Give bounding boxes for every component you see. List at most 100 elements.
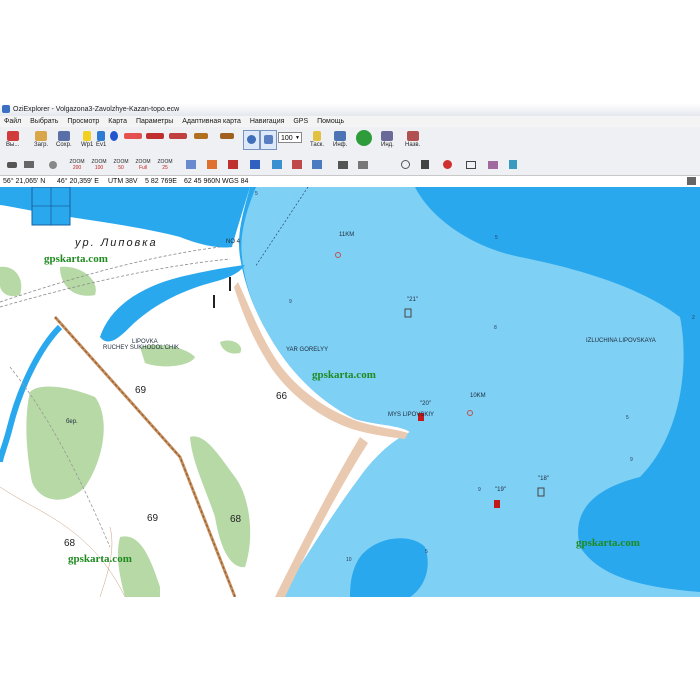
depth-label: 9 [289,299,292,305]
watermark-map: gpskarta.com [44,253,108,265]
magnifier-icon [247,135,256,144]
status-toggle-icon[interactable] [687,177,696,185]
gps-route-icon[interactable] [248,158,262,171]
label-buoy-18: "18" [538,476,549,482]
label-buoy-21: "21" [407,297,418,303]
menu-map[interactable]: Карта [108,116,127,127]
stop-icon[interactable] [440,158,454,171]
event-button[interactable]: Ev1 [96,131,106,148]
depth-label: 8 [494,325,497,331]
menu-bar: Файл Выбрать Просмотр Карта Параметры Ад… [0,116,700,127]
info-button[interactable]: Инф. [333,131,347,148]
main-toolbar: Вы... Загр. Сохр. Wp1 Ev1 100 ▼ Таск. Ин… [0,127,700,168]
task-button[interactable]: Таск. [310,131,324,148]
zoom-window-button[interactable] [260,130,277,150]
indicator-button[interactable]: Инд. [381,131,394,148]
names-button[interactable]: Назв. [405,131,420,148]
gps-connect-icon[interactable] [310,158,324,171]
track-icon [110,131,118,141]
names-icon [406,131,419,141]
menu-view[interactable]: Просмотр [67,116,99,127]
name-button[interactable] [146,133,164,140]
settings-icon[interactable] [46,158,60,171]
info-icon [334,131,347,141]
label-izluchina: IZLUCHINA LIPOVSKAYA [586,338,656,344]
car-icon[interactable] [5,158,19,171]
route-button[interactable] [124,133,142,140]
label-mys-lipovskiy: MYS LIPOVSKIY [388,412,435,418]
route-icon [124,133,142,139]
exit-button[interactable]: Вы... [6,131,19,148]
depth-label: 2 [692,315,695,321]
menu-help[interactable]: Помощь [317,116,344,127]
gps-track-icon[interactable] [205,158,219,171]
map-edit-icon[interactable] [184,158,198,171]
oziexplorer-window: OziExplorer - Volgazona3-Zavolzhye-Kazan… [0,103,700,597]
zoom-25-button[interactable]: ZOOM 25 [158,158,173,171]
load-button[interactable]: Загр. [34,131,48,148]
menu-settings[interactable]: Параметры [136,116,173,127]
gps-download-icon[interactable] [290,158,304,171]
waypoint-icon [83,131,92,141]
anchor-icon[interactable] [418,158,432,171]
target-icon[interactable] [398,158,412,171]
zoom-100-button[interactable]: ZOOM 100 [92,158,107,171]
label-no4: NO 4 [226,239,241,245]
depth-label: 5 [425,549,428,555]
height-label: 68 [64,538,76,549]
indicator-icon [381,131,394,141]
moving-map-icon[interactable] [356,158,370,171]
event-icon [97,131,106,141]
label-10km: 10KM [470,393,486,399]
lock-icon [313,131,322,141]
menu-gps[interactable]: GPS [293,116,308,127]
exit-icon [6,131,19,141]
waypoint-button[interactable]: Wp1 [81,131,93,148]
zoom-200-button[interactable]: ZOOM 200 [70,158,85,171]
gps-waypoint-icon[interactable] [226,158,240,171]
pan-button[interactable] [356,130,372,147]
menu-adaptive-map[interactable]: Адаптивная карта [182,116,241,127]
nmea-icon[interactable] [336,158,350,171]
zoom-window-icon [264,135,273,144]
depth-label: 9 [478,487,481,493]
zoom-full-button[interactable]: ZOOM Full [136,158,151,171]
app-icon [2,105,10,114]
window-title: OziExplorer - Volgazona3-Zavolzhye-Kazan… [13,106,180,113]
depth-label: 9 [630,457,633,463]
depth-label: 5 [495,235,498,241]
chevron-down-icon: ▼ [295,135,300,141]
layers-button[interactable] [220,133,234,140]
antenna-icon[interactable] [506,158,520,171]
title-bar: OziExplorer - Volgazona3-Zavolzhye-Kazan… [0,103,700,116]
folder-open-icon [35,131,48,141]
zoom-select[interactable]: 100 ▼ [278,132,302,143]
height-label: 68 [230,514,242,525]
label-ruchey: RUCHEY SUKHODOL'CHIK [103,345,180,351]
menu-file[interactable]: Файл [4,116,21,127]
screen-icon[interactable] [464,158,478,171]
name-icon [146,133,164,139]
grid-icon [194,133,208,139]
watermark-map: gpskarta.com [576,537,640,549]
height-label: 66 [276,391,288,402]
menu-select[interactable]: Выбрать [30,116,58,127]
trail-button[interactable] [169,133,187,140]
depth-label: 5 [626,415,629,421]
label-11km: 11KM [339,232,355,238]
gps-upload-icon[interactable] [270,158,284,171]
save-button[interactable]: Сохр. [56,131,72,148]
easting-readout: 5 82 769E [145,178,177,185]
watermark-map: gpskarta.com [68,553,132,565]
grid-button[interactable] [194,133,208,140]
map-view[interactable]: ур. Липовка NO 4 LIPOVKA RUCHEY SUKHODOL… [0,187,700,597]
label-yar-gorelyy: YAR GORELYY [286,347,329,353]
menu-navigation[interactable]: Навигация [250,116,285,127]
save-icon [57,131,70,141]
graph-icon[interactable] [486,158,500,171]
print-icon[interactable] [22,158,36,171]
track-button[interactable] [110,131,118,142]
zoom-in-button[interactable] [243,130,260,150]
zoom-50-button[interactable]: ZOOM 50 [114,158,129,171]
label-ber: бер. [66,419,78,425]
